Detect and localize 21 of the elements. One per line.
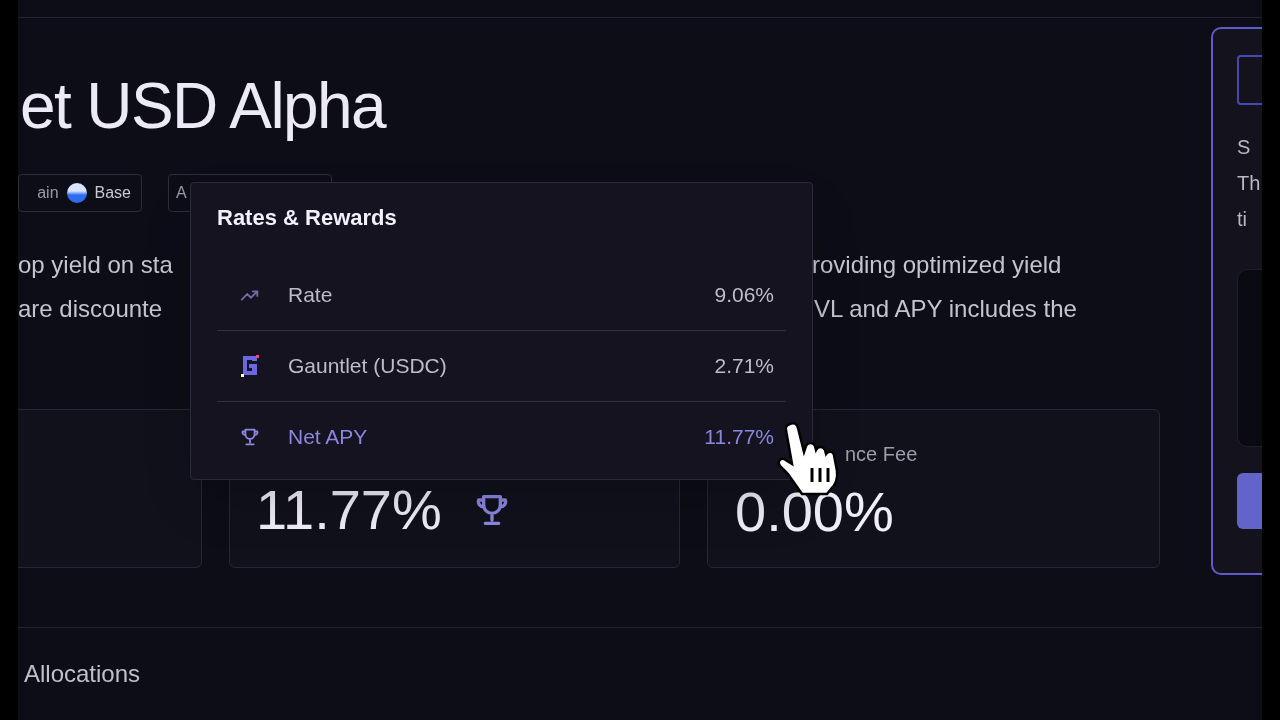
section-title: Allocations: [24, 662, 142, 686]
panel-text: ti: [1237, 207, 1247, 232]
panel-text: Th: [1237, 171, 1261, 196]
rate-value: 11.77%: [704, 424, 774, 451]
description-text: VL and APY includes the: [813, 294, 1078, 324]
description-text: are discounte: [18, 294, 163, 324]
chip-label: A: [176, 183, 187, 203]
stat-value: 0.00%: [735, 484, 894, 540]
rate-label: Gauntlet (USDC): [288, 353, 447, 380]
popover-title: Rates & Rewards: [217, 207, 398, 229]
stat-label: nce Fee: [845, 444, 919, 464]
description-text: roviding optimized yield: [812, 250, 1063, 280]
chip-value: Base: [94, 183, 131, 203]
stat-value: 11.77%: [256, 482, 442, 538]
rate-label: Rate: [288, 281, 333, 308]
chip-label: ain: [37, 183, 59, 203]
panel-text: S: [1237, 135, 1251, 160]
rate-value: 2.71%: [714, 353, 774, 380]
description-text: op yield on sta: [18, 250, 173, 280]
rate-label: Net APY: [288, 424, 368, 451]
rate-value: 9.06%: [714, 281, 774, 308]
